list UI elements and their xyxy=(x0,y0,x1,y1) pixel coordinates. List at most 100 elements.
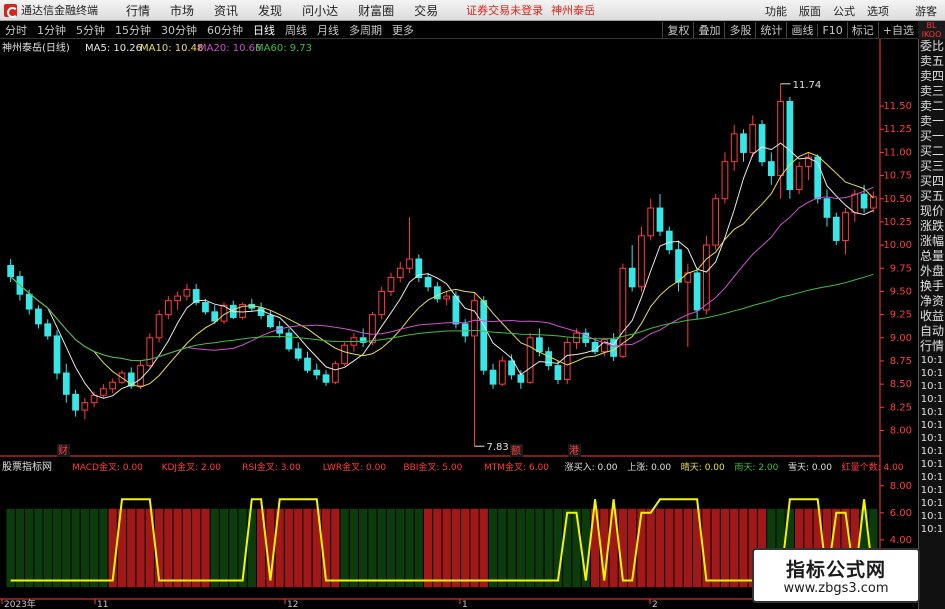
side-item-2[interactable]: 卖四 xyxy=(919,69,945,84)
osc-column xyxy=(173,508,182,588)
stock-link[interactable]: 神州泰岳 xyxy=(551,2,595,18)
period-tab-60m[interactable]: 60分钟 xyxy=(202,22,248,38)
period-tab-5m[interactable]: 5分钟 xyxy=(71,22,110,38)
f10-button[interactable]: F10 xyxy=(817,23,846,37)
candle-body xyxy=(313,369,321,376)
osc-legend-0: MACD金叉: 0.00 xyxy=(72,461,143,473)
mark-button[interactable]: 标记 xyxy=(846,22,878,38)
candle-body xyxy=(396,267,404,279)
osc-column xyxy=(359,508,368,588)
candle-body xyxy=(703,244,710,311)
period-tab-30m[interactable]: 30分钟 xyxy=(156,22,202,38)
stats-button[interactable]: 统计 xyxy=(755,22,786,38)
menu-item-quotes[interactable]: 行情 xyxy=(116,2,160,19)
side-item-11[interactable]: 现价 xyxy=(919,204,945,219)
candle-body xyxy=(81,402,89,411)
main-menu: 行情 市场 资讯 发现 问小达 财富圈 交易 xyxy=(116,2,448,19)
legend-ma20: MA20: 10.66 xyxy=(198,43,261,54)
function-button[interactable]: 功能 xyxy=(759,3,793,19)
osc-column xyxy=(525,508,535,588)
candle-body xyxy=(823,198,831,218)
menu-item-news[interactable]: 资讯 xyxy=(204,2,248,19)
add-favorite-button[interactable]: +自选 xyxy=(877,22,918,38)
formula-button[interactable]: 公式 xyxy=(827,3,861,19)
osc-legend-9: 雨天: 2.00 xyxy=(734,462,778,473)
period-tab-more[interactable]: 更多 xyxy=(387,22,419,38)
side-item-10[interactable]: 买五 xyxy=(919,189,945,204)
side-item-5[interactable]: 卖一 xyxy=(919,114,945,129)
guest-label[interactable]: 游客 xyxy=(895,3,945,19)
candle-body xyxy=(267,315,274,328)
period-tab-weekly[interactable]: 周线 xyxy=(280,22,312,38)
period-tab-1m[interactable]: 1分钟 xyxy=(32,22,71,38)
menu-item-wealth[interactable]: 财富圈 xyxy=(348,2,404,19)
candle-body xyxy=(174,295,181,302)
menu-item-discover[interactable]: 发现 xyxy=(248,2,292,19)
candle-body xyxy=(508,360,515,376)
candle-body xyxy=(869,196,877,209)
osc-column xyxy=(674,508,683,588)
side-item-16[interactable]: 换手 xyxy=(919,279,945,294)
candle-body xyxy=(109,381,117,390)
candle-body xyxy=(545,351,553,367)
options-button[interactable]: 选项 xyxy=(861,3,895,19)
draw-button[interactable]: 画线 xyxy=(786,22,817,38)
side-item-8[interactable]: 买三 xyxy=(919,159,945,174)
side-item-17[interactable]: 净资 xyxy=(919,294,945,309)
side-item-1[interactable]: 卖五 xyxy=(919,54,945,69)
osc-column xyxy=(34,508,43,588)
layout-button[interactable]: 版面 xyxy=(793,3,827,19)
menu-item-ask[interactable]: 问小达 xyxy=(292,2,348,19)
kline-chart[interactable]: 神州泰岳(日线) MA5: 10.26MA10: 10.48MA20: 10.66… xyxy=(0,39,918,609)
candle-body xyxy=(536,337,543,353)
period-tab-monthly[interactable]: 月线 xyxy=(312,22,344,38)
candle-body xyxy=(331,363,339,383)
side-item-7[interactable]: 买二 xyxy=(919,144,945,159)
candle-body xyxy=(767,161,775,177)
overlay-button[interactable]: 叠加 xyxy=(693,22,724,38)
adjust-button[interactable]: 复权 xyxy=(662,22,693,38)
osc-column xyxy=(396,508,405,588)
side-item-19[interactable]: 自动 xyxy=(919,324,945,339)
period-tab-daily[interactable]: 日线 xyxy=(248,22,280,38)
period-tab-intraday[interactable]: 分时 xyxy=(0,22,32,38)
side-item-13[interactable]: 涨幅 xyxy=(919,234,945,249)
period-tab-multi[interactable]: 多周期 xyxy=(344,22,387,38)
side-item-0[interactable]: 委比 xyxy=(919,39,945,54)
price-tick-label: 10.00 xyxy=(883,240,912,251)
candle-body xyxy=(443,295,451,300)
side-item-18[interactable]: 收益 xyxy=(919,309,945,324)
side-item-4[interactable]: 卖二 xyxy=(919,99,945,114)
bookmark-tab[interactable]: BL IKOO xyxy=(918,21,945,39)
candle-body xyxy=(72,393,79,411)
side-item-15[interactable]: 外盘 xyxy=(919,264,945,279)
price-tick-label: 9.75 xyxy=(890,263,912,274)
osc-column xyxy=(127,508,136,588)
osc-column xyxy=(25,508,34,588)
side-item-12[interactable]: 涨跌 xyxy=(919,219,945,234)
login-status[interactable]: 证券交易未登录 xyxy=(466,2,543,18)
candle-body xyxy=(749,124,757,153)
candle-body xyxy=(628,267,636,288)
side-item-3[interactable]: 卖三 xyxy=(919,84,945,99)
side-item-20[interactable]: 行情 xyxy=(919,339,945,354)
candle-body xyxy=(341,344,348,365)
side-item-6[interactable]: 买一 xyxy=(919,129,945,144)
app-title: 通达信金融终端 xyxy=(21,4,98,17)
candle-body xyxy=(693,272,701,311)
osc-legend-7: 上涨: 0.00 xyxy=(627,462,671,473)
candle-body xyxy=(730,133,738,163)
osc-column xyxy=(739,508,748,588)
side-item-9[interactable]: 买四 xyxy=(919,174,945,189)
side-item-14[interactable]: 总量 xyxy=(919,249,945,264)
multi-stock-button[interactable]: 多股 xyxy=(724,22,755,38)
candle-body xyxy=(656,207,664,232)
period-tab-15m[interactable]: 15分钟 xyxy=(110,22,156,38)
osc-column xyxy=(136,508,145,588)
menu-item-market[interactable]: 市场 xyxy=(160,2,204,19)
menu-item-trade[interactable]: 交易 xyxy=(404,2,448,19)
side-time-7: 10:1 xyxy=(920,446,944,457)
ma5-line xyxy=(10,142,874,399)
candle-body xyxy=(90,394,98,404)
candle-body xyxy=(53,335,61,374)
